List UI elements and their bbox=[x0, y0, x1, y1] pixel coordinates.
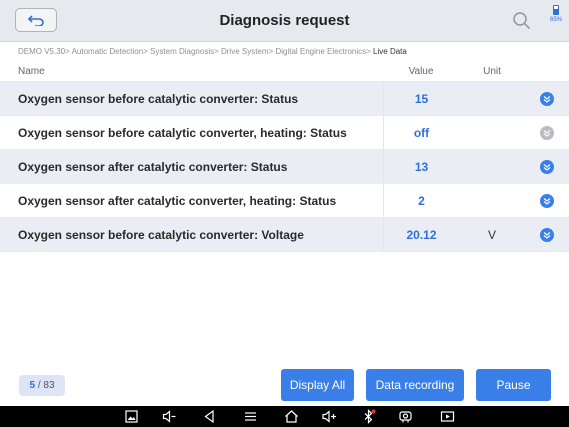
search-icon[interactable] bbox=[512, 11, 531, 30]
table-header: Name Value Unit bbox=[0, 60, 569, 82]
row-unit bbox=[459, 82, 525, 116]
battery-percent: 65% bbox=[549, 17, 562, 23]
expand-chevron-icon[interactable] bbox=[540, 194, 554, 208]
row-name: Oxygen sensor before catalytic converter… bbox=[18, 126, 347, 140]
pause-button[interactable]: Pause bbox=[476, 369, 551, 401]
vci-connector-icon[interactable] bbox=[398, 409, 413, 424]
expand-chevron-icon[interactable] bbox=[540, 92, 554, 106]
bluetooth-icon[interactable] bbox=[361, 409, 376, 424]
breadcrumb: DEMO V5.30> Automatic Detection> System … bbox=[18, 47, 407, 56]
row-value: off bbox=[383, 116, 459, 150]
system-navigation-bar bbox=[0, 406, 569, 427]
volume-up-icon[interactable] bbox=[322, 409, 337, 424]
row-value: 20.12 bbox=[383, 218, 459, 252]
page-title: Diagnosis request bbox=[219, 12, 350, 29]
column-header-name: Name bbox=[18, 66, 45, 77]
column-header-value: Value bbox=[408, 66, 434, 77]
table-row[interactable]: Oxygen sensor after catalytic converter:… bbox=[0, 150, 569, 184]
row-unit: V bbox=[487, 228, 496, 242]
data-recording-button[interactable]: Data recording bbox=[366, 369, 464, 401]
menu-icon[interactable] bbox=[243, 409, 258, 424]
row-unit bbox=[459, 116, 525, 150]
page-total: / 83 bbox=[37, 380, 55, 391]
row-name: Oxygen sensor before catalytic converter… bbox=[18, 228, 304, 242]
breadcrumb-current: Live Data bbox=[373, 47, 407, 56]
expand-chevron-icon[interactable] bbox=[540, 228, 554, 242]
row-name: Oxygen sensor before catalytic converter… bbox=[18, 92, 299, 106]
row-name: Oxygen sensor after catalytic converter,… bbox=[18, 194, 337, 208]
home-icon[interactable] bbox=[284, 409, 299, 424]
row-value: 13 bbox=[383, 150, 459, 184]
row-unit bbox=[459, 150, 525, 184]
table-row[interactable]: Oxygen sensor before catalytic converter… bbox=[0, 218, 569, 252]
top-bar: Diagnosis request 65% bbox=[0, 0, 569, 42]
row-unit bbox=[459, 184, 525, 218]
battery-icon bbox=[553, 5, 559, 15]
table-row[interactable]: Oxygen sensor before catalytic converter… bbox=[0, 116, 569, 150]
battery-indicator: 65% bbox=[546, 5, 566, 37]
table-row[interactable]: Oxygen sensor after catalytic converter,… bbox=[0, 184, 569, 218]
expand-chevron-icon[interactable] bbox=[540, 126, 554, 140]
row-value: 2 bbox=[383, 184, 459, 218]
table-row[interactable]: Oxygen sensor before catalytic converter… bbox=[0, 82, 569, 116]
row-name: Oxygen sensor after catalytic converter:… bbox=[18, 160, 288, 174]
page-counter: 5 / 83 bbox=[19, 375, 65, 396]
display-all-button[interactable]: Display All bbox=[281, 369, 354, 401]
screen-record-icon[interactable] bbox=[440, 409, 455, 424]
breadcrumb-path: DEMO V5.30> Automatic Detection> System … bbox=[18, 47, 374, 56]
screenshot-icon[interactable] bbox=[124, 409, 139, 424]
page-current: 5 bbox=[29, 380, 36, 391]
row-value: 15 bbox=[383, 82, 459, 116]
back-icon[interactable] bbox=[202, 409, 217, 424]
expand-chevron-icon[interactable] bbox=[540, 160, 554, 174]
volume-down-icon[interactable] bbox=[162, 409, 177, 424]
column-header-unit: Unit bbox=[483, 66, 501, 77]
